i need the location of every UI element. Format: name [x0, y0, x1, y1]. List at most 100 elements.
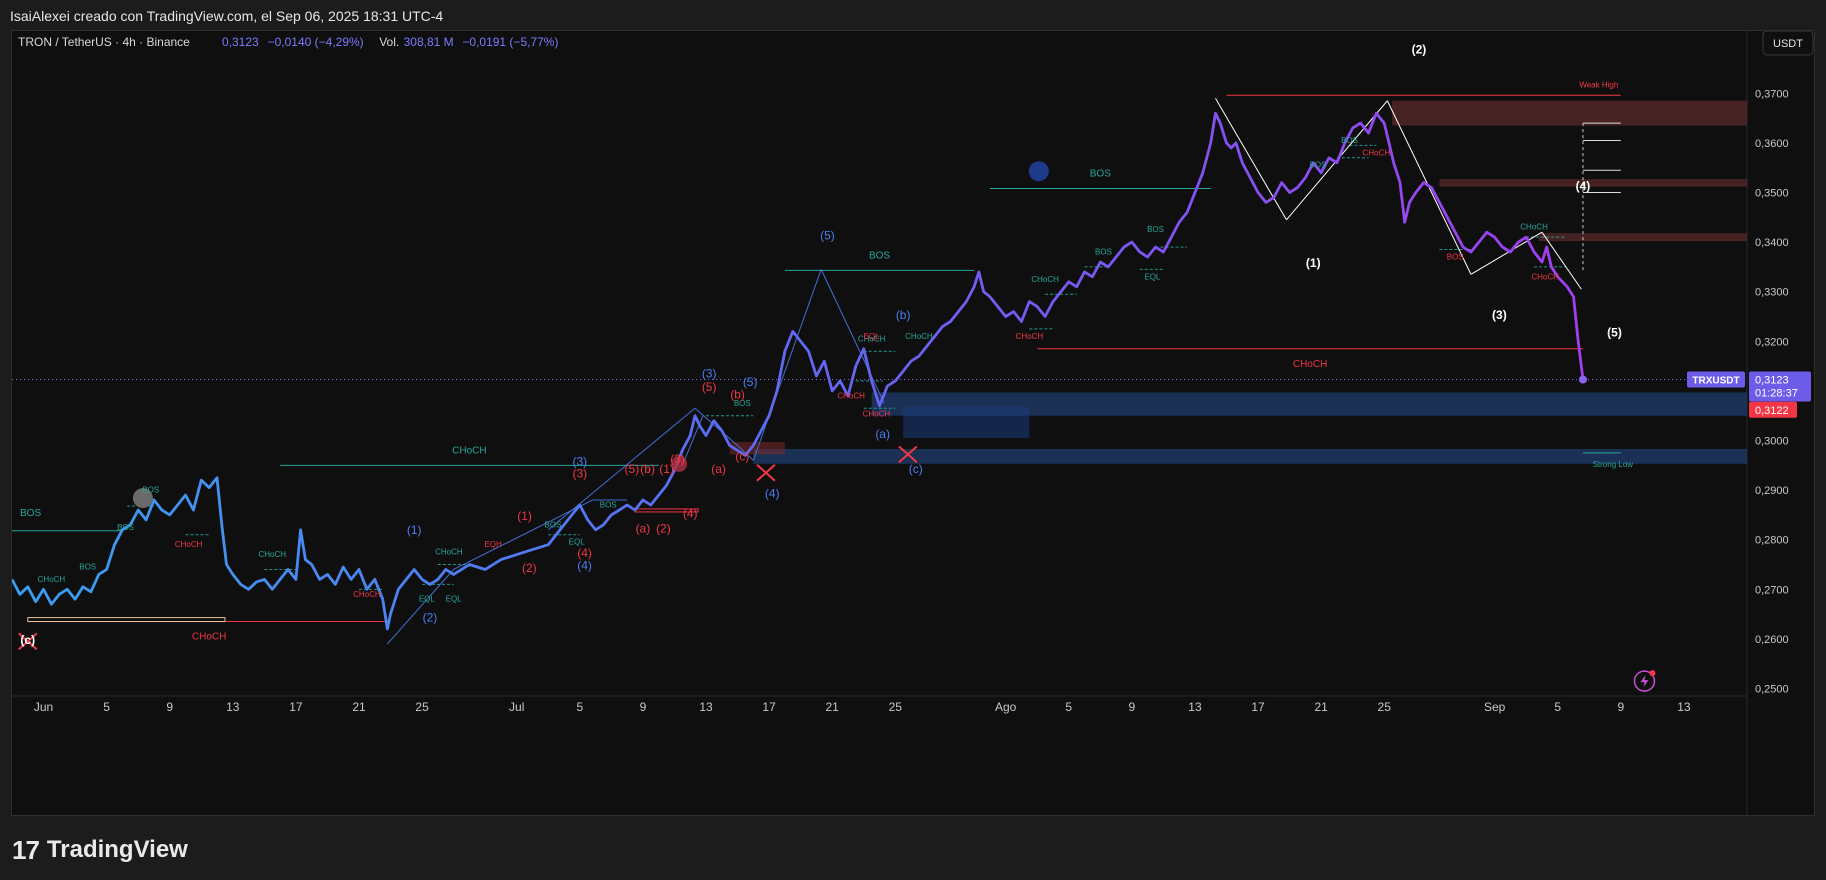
- y-tick-label: 0,2800: [1755, 535, 1789, 547]
- pattern-label: CHoCH: [1016, 332, 1044, 341]
- legend-vol-value: 308,81 M: [404, 35, 454, 49]
- y-tick-label: 0,3200: [1755, 336, 1789, 348]
- x-tick-label: 5: [1065, 700, 1072, 714]
- x-tick-label: 9: [1129, 700, 1136, 714]
- wave-label: (2): [656, 521, 671, 535]
- x-tick-label: 25: [889, 700, 903, 714]
- x-tick-label: 5: [1554, 700, 1561, 714]
- wave-label: (5): [702, 380, 717, 394]
- pattern-label: BOS: [117, 523, 134, 532]
- y-tick-label: 0,3500: [1755, 188, 1789, 200]
- pattern-label: BOS: [1310, 161, 1327, 170]
- bid-price-value: 0,3122: [1755, 405, 1789, 417]
- wave-label: (2): [1412, 43, 1427, 57]
- wave-label: (a): [711, 462, 726, 476]
- x-tick-label: 17: [1251, 700, 1265, 714]
- x-tick-label: Jul: [509, 700, 524, 714]
- pattern-label: EQL: [864, 332, 881, 341]
- wave-label: (1): [517, 509, 532, 523]
- pattern-label: EQH: [484, 540, 502, 549]
- currency-button-label: USDT: [1773, 38, 1803, 50]
- wave-label: (5): [625, 462, 640, 476]
- x-tick-label: 5: [103, 700, 110, 714]
- x-tick-label: Ago: [995, 700, 1017, 714]
- y-tick-label: 0,3700: [1755, 88, 1789, 100]
- pattern-label: CHoCH: [1363, 148, 1391, 157]
- wave-label: (5): [1607, 325, 1622, 339]
- wave-line: [1215, 98, 1287, 221]
- x-tick-label: 25: [1378, 700, 1392, 714]
- y-tick-label: 0,3400: [1755, 237, 1789, 249]
- structure-label: Weak High: [1579, 80, 1618, 89]
- pattern-label: CHoCH: [435, 548, 463, 557]
- pattern-label: CHoCH: [353, 590, 381, 599]
- x-tick-label: Jun: [34, 700, 53, 714]
- x-tick-label: 13: [226, 700, 240, 714]
- y-tick-label: 0,2600: [1755, 634, 1789, 646]
- pattern-label: BOS: [142, 486, 159, 495]
- wave-label: (3): [670, 452, 685, 466]
- structure-label: BOS: [869, 250, 890, 261]
- x-tick-label: 17: [762, 700, 776, 714]
- y-tick-label: 0,3600: [1755, 138, 1789, 150]
- attribution-text: IsaiAlexei creado con TradingView.com, e…: [10, 8, 444, 24]
- price-chart[interactable]: BOS CHoCH CHoCH BOS BOS CHoCH Weak High Strong …: [12, 31, 1816, 817]
- supply-zone: [1538, 233, 1747, 242]
- pattern-label: BOS: [1447, 252, 1464, 261]
- x-tick-label: 17: [289, 700, 303, 714]
- wave-label: (b): [896, 308, 911, 322]
- chart-frame[interactable]: BOS CHoCH CHoCH BOS BOS CHoCH Weak High Strong …: [11, 30, 1816, 817]
- structure-label: BOS: [1090, 169, 1111, 180]
- wave-label: (3): [572, 454, 587, 468]
- x-tick-label: 9: [166, 700, 173, 714]
- pattern-label: EQL: [419, 595, 436, 604]
- symbol-badge-label: TRXUSDT: [1692, 376, 1739, 387]
- demand-zone: [903, 406, 1030, 439]
- x-tick-label: 21: [1314, 700, 1328, 714]
- pattern-label: CHoCH: [175, 540, 203, 549]
- structure-label: Strong Low: [1593, 460, 1634, 469]
- tradingview-logo-icon: 17: [12, 834, 40, 865]
- wave-label: (3): [572, 467, 587, 481]
- wave-label: (a): [636, 521, 651, 535]
- wave-label: (b): [640, 462, 655, 476]
- marker-circle: [1028, 161, 1049, 182]
- wave-label: (2): [423, 611, 438, 625]
- x-tick-label: 9: [640, 700, 647, 714]
- range-box: [27, 617, 226, 623]
- wave-label: (3): [1492, 308, 1507, 322]
- symbol-title: TRON / TetherUS · 4h · Binance: [18, 35, 190, 49]
- legend-price: 0,3123: [222, 35, 259, 49]
- y-tick-label: 0,2500: [1755, 684, 1789, 696]
- wave-label: (1): [407, 523, 422, 537]
- structure-label: BOS: [20, 508, 41, 519]
- lightning-icon: [1640, 675, 1649, 688]
- wave-label: (c): [909, 462, 923, 476]
- pattern-label: CHoCH: [905, 332, 933, 341]
- pattern-label: CHoCH: [863, 410, 891, 419]
- structure-label: CHoCH: [1293, 359, 1327, 370]
- price-series-line[interactable]: [12, 111, 1585, 631]
- wave-label: (4): [1576, 179, 1591, 193]
- y-tick-label: 0,2900: [1755, 485, 1789, 497]
- pattern-label: BOS: [1095, 248, 1112, 257]
- bar-countdown-timer: 01:28:37: [1755, 388, 1798, 400]
- legend-vol-change: −0,0191 (−5,77%): [462, 35, 558, 49]
- wave-label: (2): [522, 561, 537, 575]
- wave-label: (4): [765, 487, 780, 501]
- pattern-label: CHoCH: [1531, 272, 1559, 281]
- structure-label: CHoCH: [192, 632, 226, 643]
- pattern-label: BOS: [79, 562, 96, 571]
- x-tick-label: Sep: [1484, 700, 1506, 714]
- wave-label: (c): [735, 449, 749, 463]
- y-tick-label: 0,2700: [1755, 584, 1789, 596]
- wave-label: (4): [577, 558, 592, 572]
- pattern-label: EQL: [446, 595, 463, 604]
- supply-zone: [1439, 179, 1747, 187]
- last-price-value: 0,3123: [1755, 375, 1789, 387]
- brand-name: TradingView: [46, 836, 188, 863]
- pattern-label: BOS: [600, 500, 617, 509]
- pattern-label: CHoCH: [1520, 223, 1548, 232]
- x-tick-label: 13: [699, 700, 713, 714]
- x-tick-label: 9: [1617, 700, 1624, 714]
